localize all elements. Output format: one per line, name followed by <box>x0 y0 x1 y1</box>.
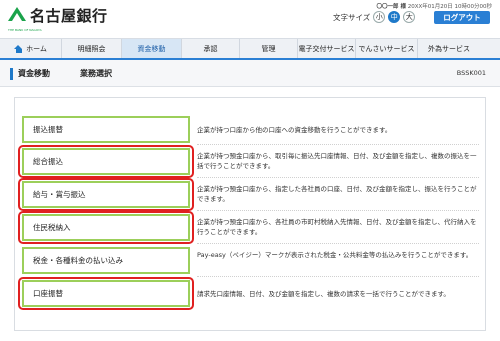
page-title: 資金移動 <box>18 69 50 78</box>
nav-densai[interactable]: でんさいサービス <box>356 39 418 58</box>
page-subtitle: 業務選択 <box>80 69 112 78</box>
row-divider <box>197 276 479 277</box>
screen-id: BSSK001 <box>456 69 486 77</box>
menu-description: 請求先口座情報、日付、及び金額を指定し、複数の請求を一括で行うことができます。 <box>197 290 450 298</box>
menu-panel: 振込振替 企業が持つ口座から他の口座への資金移動を行うことができます。 総合振込… <box>14 97 486 331</box>
page-title-bar: 資金移動 業務選択 BSSK001 <box>0 60 500 87</box>
account-transfer-button[interactable]: 口座振替 <box>22 280 190 307</box>
bank-name: 名古屋銀行 <box>30 7 108 25</box>
menu-description: 企業が持つ預金口座から、指定した各社員の口座、日付、及び金額を指定し、振込を行う… <box>197 185 477 203</box>
transfer-button[interactable]: 振込振替 <box>22 116 190 143</box>
nav-forex[interactable]: 外為サービス <box>418 39 480 58</box>
salary-transfer-button[interactable]: 給与・賞与振込 <box>22 181 190 208</box>
user-name: 〇〇一郎 様 <box>376 4 406 10</box>
row-divider <box>197 177 479 178</box>
last-login: 20XX年01月20日 10時00分00秒 <box>407 4 492 10</box>
nav-admin[interactable]: 管理 <box>240 39 298 58</box>
nav-statement[interactable]: 明細照会 <box>62 39 122 58</box>
row-divider <box>197 243 479 244</box>
menu-description: 企業が持つ預金口座から、取引毎に振込先口座情報、日付、及び金額を指定し、複数の振… <box>197 152 477 170</box>
user-info: 〇〇一郎 様 20XX年01月20日 10時00分00秒 <box>377 2 492 10</box>
bank-logo[interactable]: THE BANK OF NAGOYA 名古屋銀行 <box>8 5 108 32</box>
menu-description: 企業が持つ預金口座から、各社員の市町村税納入先情報、日付、及び金額を指定し、代行… <box>197 218 477 236</box>
home-icon <box>14 44 23 53</box>
nav-approval[interactable]: 承認 <box>182 39 240 58</box>
font-size-medium-button[interactable]: 中 <box>388 11 401 23</box>
logout-button[interactable]: ログアウト <box>434 11 490 24</box>
row-divider <box>197 210 479 211</box>
font-size-large-button[interactable]: 大 <box>403 11 416 23</box>
bulk-transfer-button[interactable]: 総合振込 <box>22 148 190 175</box>
nav-fund-transfer[interactable]: 資金移動 <box>122 39 182 58</box>
title-accent-bar <box>10 68 13 80</box>
font-size-control: 文字サイズ 小 中 大 <box>333 11 418 23</box>
row-divider <box>197 144 479 145</box>
nav-home-label: ホーム <box>26 44 47 53</box>
nav-home[interactable]: ホーム <box>0 39 62 58</box>
main-nav: ホーム 明細照会 資金移動 承認 管理 電子交付サービス でんさいサービス 外為… <box>0 38 500 60</box>
resident-tax-button[interactable]: 住民税納入 <box>22 214 190 241</box>
font-size-small-button[interactable]: 小 <box>373 11 386 23</box>
font-size-label: 文字サイズ <box>333 12 371 22</box>
bank-logo-mark-icon: THE BANK OF NAGOYA <box>8 6 42 32</box>
logo-subtext: THE BANK OF NAGOYA <box>8 27 42 32</box>
nav-e-delivery[interactable]: 電子交付サービス <box>298 39 356 58</box>
pay-easy-button[interactable]: 税金・各種料金の払い込み <box>22 247 190 274</box>
menu-description: 企業が持つ口座から他の口座への資金移動を行うことができます。 <box>197 126 392 134</box>
menu-description: Pay-easy（ペイジー）マークが表示された税金・公共料金等の払込みを行うこと… <box>197 251 473 259</box>
header: THE BANK OF NAGOYA 名古屋銀行 〇〇一郎 様 20XX年01月… <box>0 0 500 38</box>
